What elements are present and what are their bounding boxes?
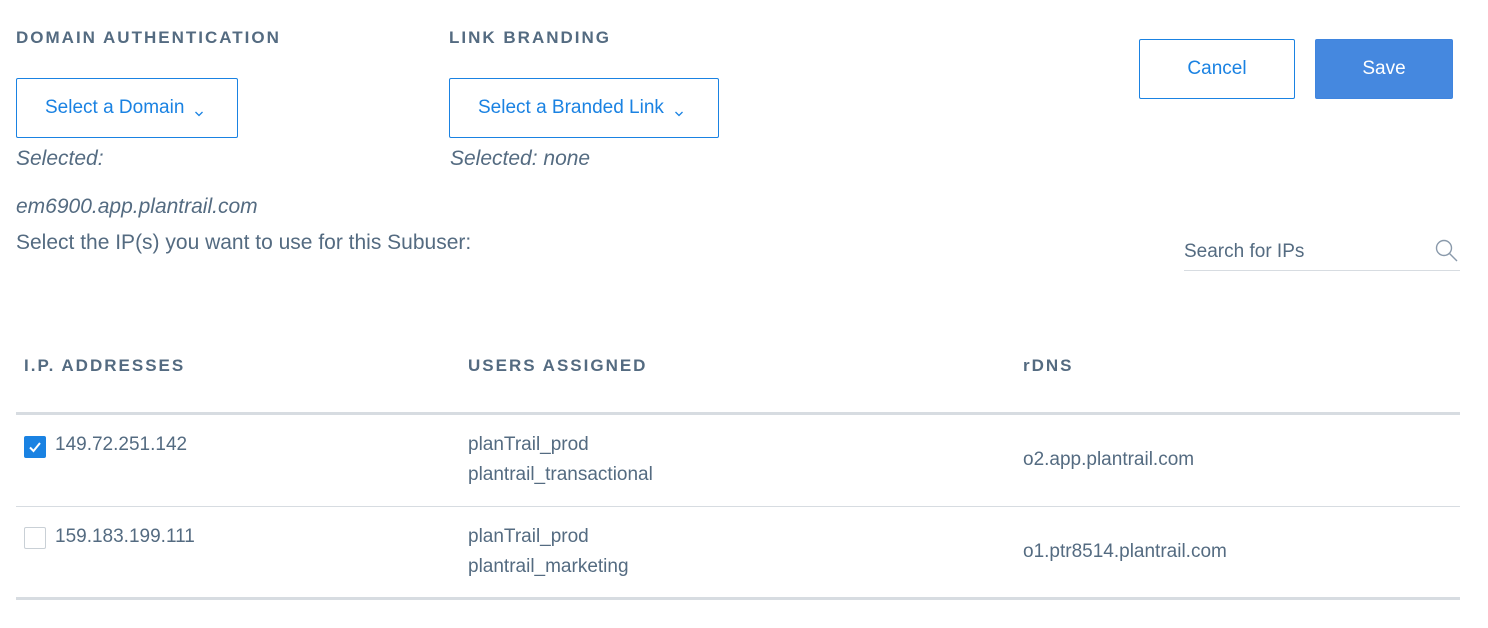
ip-search-input[interactable]: [1184, 238, 1424, 266]
domain-selected-value: em6900.app.plantrail.com: [16, 195, 258, 218]
ip-search-box: [1184, 234, 1460, 271]
assigned-user: plantrail_transactional: [468, 464, 653, 485]
ip-select-prompt: Select the IP(s) you want to use for thi…: [16, 231, 472, 254]
domain-authentication-label: DOMAIN AUTHENTICATION: [16, 28, 281, 47]
row-checkbox[interactable]: [24, 436, 46, 458]
row-divider: [16, 506, 1460, 507]
assigned-user: plantrail_marketing: [468, 556, 629, 577]
assigned-user: planTrail_prod: [468, 526, 589, 547]
search-icon[interactable]: [1434, 238, 1460, 264]
checkmark-icon: [29, 442, 41, 453]
table-bottom-divider: [16, 597, 1460, 600]
chevron-down-icon: [194, 103, 204, 117]
header-users-assigned: USERS ASSIGNED: [468, 356, 648, 375]
select-branded-link-dropdown[interactable]: Select a Branded Link: [449, 78, 719, 138]
link-selected-text: Selected: none: [450, 147, 591, 170]
table-header-divider: [16, 412, 1460, 415]
domain-selected-label: Selected:: [16, 147, 104, 170]
header-ip-addresses: I.P. ADDRESSES: [24, 356, 186, 375]
select-domain-dropdown[interactable]: Select a Domain: [16, 78, 238, 138]
cancel-button[interactable]: Cancel: [1139, 39, 1295, 99]
header-rdns: rDNS: [1023, 356, 1074, 375]
ip-address: 149.72.251.142: [55, 434, 188, 455]
ip-address: 159.183.199.111: [55, 526, 195, 547]
rdns-value: o1.ptr8514.plantrail.com: [1023, 541, 1227, 562]
assigned-user: planTrail_prod: [468, 434, 589, 455]
row-checkbox[interactable]: [24, 527, 46, 549]
select-domain-label: Select a Domain: [45, 97, 185, 118]
select-branded-link-label: Select a Branded Link: [478, 97, 664, 118]
link-branding-label: LINK BRANDING: [449, 28, 611, 47]
save-button[interactable]: Save: [1315, 39, 1453, 99]
chevron-down-icon: [674, 103, 684, 117]
rdns-value: o2.app.plantrail.com: [1023, 449, 1195, 470]
